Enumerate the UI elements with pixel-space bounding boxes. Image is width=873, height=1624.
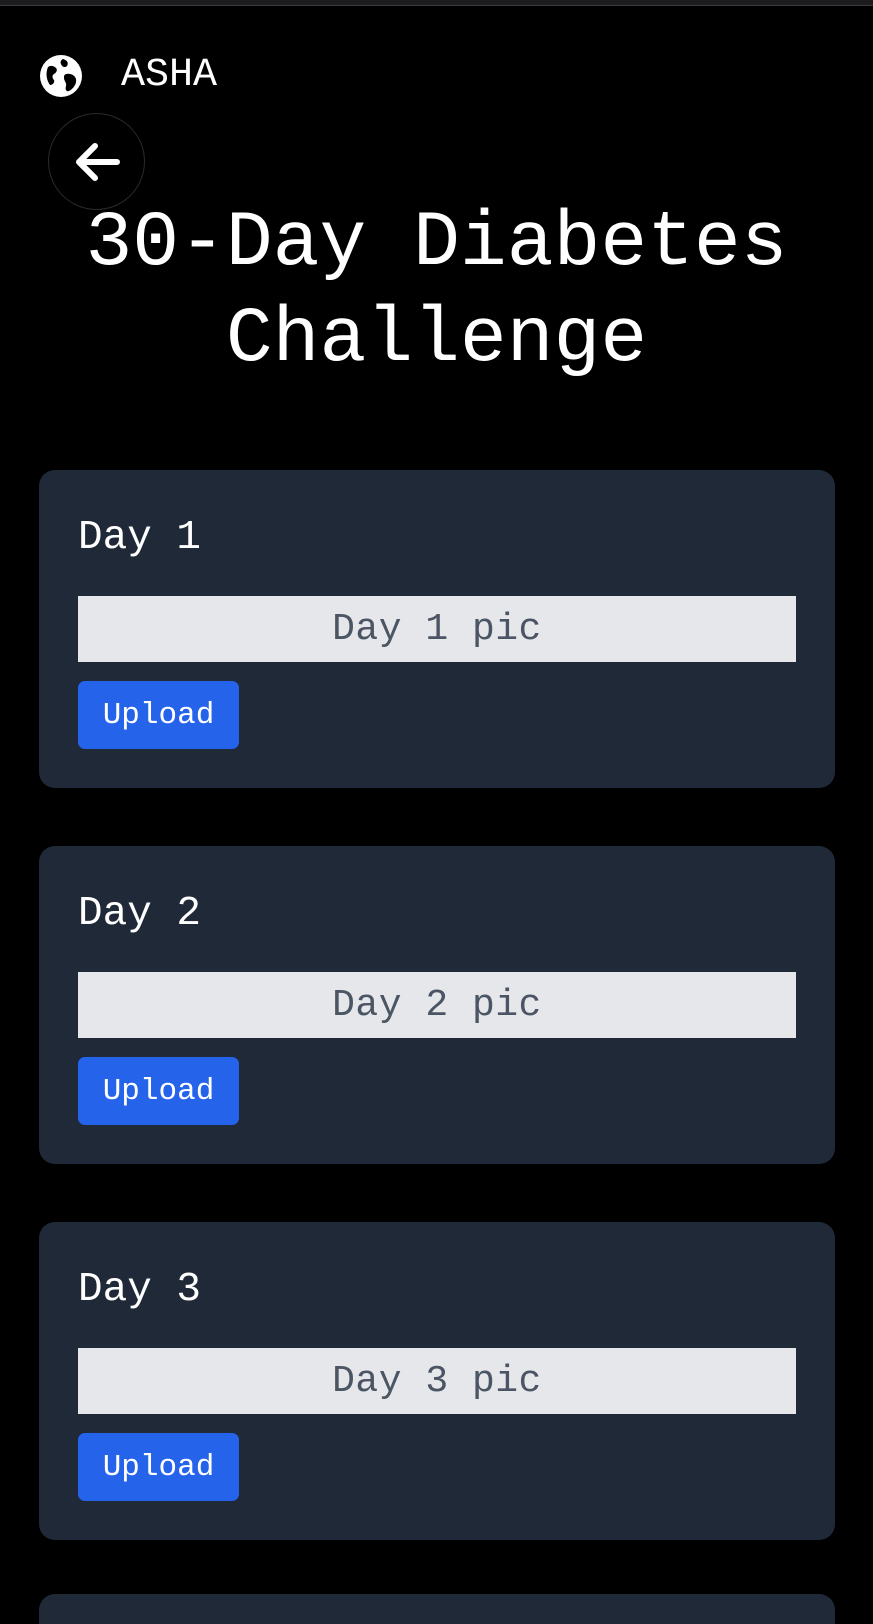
page-title: 30-Day Diabetes Challenge: [85, 200, 788, 384]
day-card: Day 1 Day 1 pic Upload: [39, 470, 835, 788]
day-title: Day 1: [78, 515, 202, 561]
day-pic-placeholder: Day 3 pic: [78, 1348, 796, 1414]
app-name: ASHA: [121, 53, 218, 98]
upload-button[interactable]: Upload: [78, 1433, 239, 1501]
upload-button[interactable]: Upload: [78, 1057, 239, 1125]
next-day-card-peek: [39, 1594, 835, 1624]
app-header: ASHA: [39, 54, 217, 98]
day-card: Day 3 Day 3 pic Upload: [39, 1222, 835, 1540]
top-divider: [0, 0, 873, 6]
globe-icon: [40, 55, 82, 97]
arrow-left-icon: [75, 142, 120, 181]
day-title: Day 2: [78, 891, 202, 937]
day-pic-placeholder: Day 1 pic: [78, 596, 796, 662]
day-list: Day 1 Day 1 pic Upload Day 2 Day 2 pic U…: [39, 470, 835, 1598]
day-pic-placeholder: Day 2 pic: [78, 972, 796, 1038]
upload-button[interactable]: Upload: [78, 681, 239, 749]
day-card: Day 2 Day 2 pic Upload: [39, 846, 835, 1164]
day-title: Day 3: [78, 1267, 202, 1313]
